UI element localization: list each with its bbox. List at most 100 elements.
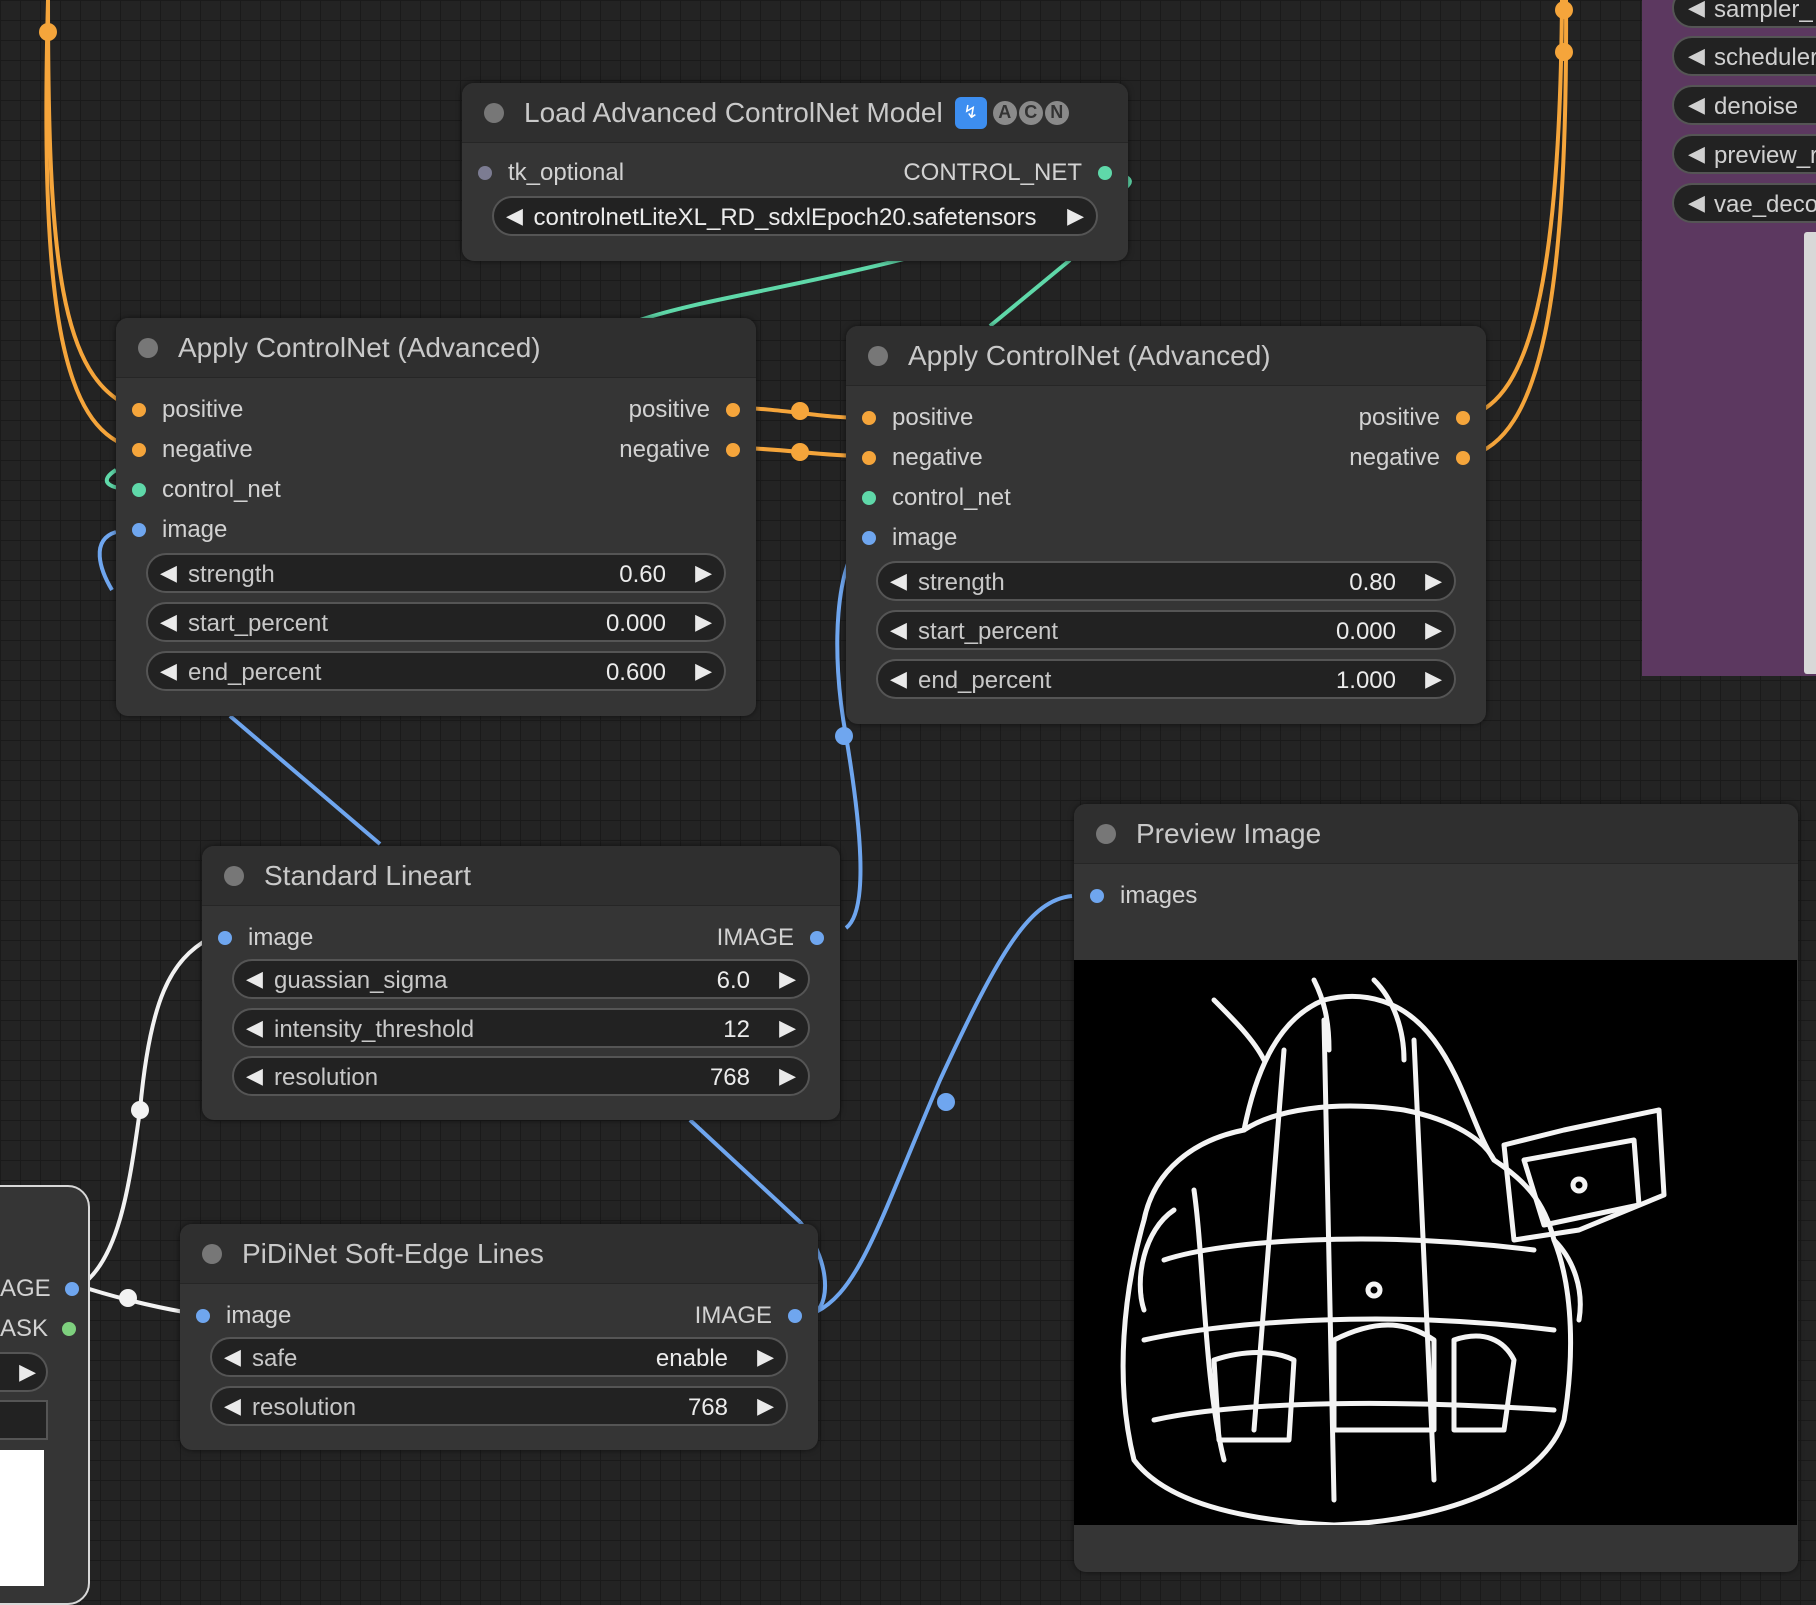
input-negative[interactable]: negative xyxy=(862,444,983,472)
arrow-left-icon[interactable]: ◀ xyxy=(160,560,177,586)
arrow-left-icon[interactable]: ◀ xyxy=(1688,92,1705,118)
output-image[interactable]: IMAGE xyxy=(717,924,824,952)
arrow-left-icon[interactable]: ◀ xyxy=(246,1015,263,1041)
collapse-dot[interactable] xyxy=(868,345,888,366)
arrow-right-icon[interactable]: ▶ xyxy=(757,1344,774,1370)
arrow-left-icon[interactable]: ◀ xyxy=(246,1063,263,1089)
output-negative[interactable]: negative xyxy=(1349,444,1470,472)
input-control-net[interactable]: control_net xyxy=(862,484,1011,512)
arrow-right-icon[interactable]: ▶ xyxy=(779,966,796,992)
arrow-right-icon[interactable]: ▶ xyxy=(1425,666,1442,692)
input-socket[interactable] xyxy=(132,443,146,457)
widget-end-percent[interactable]: ◀ end_percent 0.600 ▶ xyxy=(146,651,726,691)
widget-start-percent[interactable]: ◀ start_percent 0.000 ▶ xyxy=(146,602,726,642)
output-positive[interactable]: positive xyxy=(1359,404,1470,432)
arrow-left-icon[interactable]: ◀ xyxy=(1688,0,1705,21)
node-standard-lineart[interactable]: Standard Lineart image IMAGE ◀ guassian_… xyxy=(202,846,840,1120)
node-title-bar[interactable]: Apply ControlNet (Advanced) xyxy=(846,326,1486,386)
collapse-dot[interactable] xyxy=(1096,823,1116,844)
node-title-bar[interactable]: Load Advanced ControlNet Model ↯ A C N xyxy=(462,83,1128,143)
arrow-left-icon[interactable]: ◀ xyxy=(506,203,523,229)
panel-widget-vae-decode[interactable]: ◀ vae_deco xyxy=(1672,183,1816,223)
input-socket[interactable] xyxy=(218,931,232,945)
input-positive[interactable]: positive xyxy=(862,404,973,432)
output-socket[interactable] xyxy=(726,443,740,457)
input-negative[interactable]: negative xyxy=(132,436,253,464)
arrow-right-icon[interactable]: ▶ xyxy=(19,1359,36,1385)
input-socket[interactable] xyxy=(862,491,876,505)
output-image-partial[interactable]: AGE xyxy=(0,1275,79,1303)
input-socket[interactable] xyxy=(478,166,492,180)
node-pidinet[interactable]: PiDiNet Soft-Edge Lines image IMAGE ◀ sa… xyxy=(180,1224,818,1450)
input-image[interactable]: image xyxy=(132,516,227,544)
widget-resolution[interactable]: ◀ resolution 768 ▶ xyxy=(210,1386,788,1426)
arrow-right-icon[interactable]: ▶ xyxy=(1067,203,1084,229)
arrow-left-icon[interactable]: ◀ xyxy=(890,666,907,692)
arrow-right-icon[interactable]: ▶ xyxy=(779,1063,796,1089)
input-images[interactable]: images xyxy=(1090,882,1197,910)
input-socket[interactable] xyxy=(862,411,876,425)
input-image[interactable]: image xyxy=(862,524,957,552)
output-socket[interactable] xyxy=(1098,166,1112,180)
output-mask-partial[interactable]: ASK xyxy=(0,1315,77,1343)
node-title-bar[interactable]: PiDiNet Soft-Edge Lines xyxy=(180,1224,818,1284)
arrow-left-icon[interactable]: ◀ xyxy=(890,568,907,594)
arrow-left-icon[interactable]: ◀ xyxy=(160,658,177,684)
input-control-net[interactable]: control_net xyxy=(132,476,281,504)
input-positive[interactable]: positive xyxy=(132,396,243,424)
input-tk-optional[interactable]: tk_optional xyxy=(478,159,624,187)
output-negative[interactable]: negative xyxy=(619,436,740,464)
arrow-right-icon[interactable]: ▶ xyxy=(757,1393,774,1419)
arrow-left-icon[interactable]: ◀ xyxy=(1688,43,1705,69)
input-socket[interactable] xyxy=(862,451,876,465)
collapse-dot[interactable] xyxy=(224,865,244,886)
input-image[interactable]: image xyxy=(218,924,313,952)
node-title-bar[interactable]: Apply ControlNet (Advanced) xyxy=(116,318,756,378)
arrow-right-icon[interactable]: ▶ xyxy=(779,1015,796,1041)
arrow-right-icon[interactable]: ▶ xyxy=(1425,617,1442,643)
input-socket[interactable] xyxy=(1090,889,1104,903)
arrow-left-icon[interactable]: ◀ xyxy=(160,609,177,635)
arrow-left-icon[interactable]: ◀ xyxy=(246,966,263,992)
arrow-left-icon[interactable]: ◀ xyxy=(224,1344,241,1370)
collapse-dot[interactable] xyxy=(484,102,504,123)
input-socket[interactable] xyxy=(132,403,146,417)
input-socket[interactable] xyxy=(132,483,146,497)
node-load-controlnet[interactable]: Load Advanced ControlNet Model ↯ A C N t… xyxy=(462,83,1128,261)
input-image[interactable]: image xyxy=(196,1302,291,1330)
arrow-right-icon[interactable]: ▶ xyxy=(695,609,712,635)
node-apply-controlnet-2[interactable]: Apply ControlNet (Advanced) positive pos… xyxy=(846,326,1486,724)
output-socket[interactable] xyxy=(64,1282,79,1296)
output-positive[interactable]: positive xyxy=(629,396,740,424)
panel-widget-preview[interactable]: ◀ preview_r xyxy=(1672,134,1816,174)
widget-intensity-threshold[interactable]: ◀ intensity_threshold 12 ▶ xyxy=(232,1008,810,1048)
arrow-left-icon[interactable]: ◀ xyxy=(224,1393,241,1419)
panel-widget-scheduler[interactable]: ◀ scheduler xyxy=(1672,36,1816,76)
output-image[interactable]: IMAGE xyxy=(695,1302,802,1330)
output-socket[interactable] xyxy=(788,1309,802,1323)
upload-field-partial[interactable] xyxy=(0,1400,48,1440)
node-apply-controlnet-1[interactable]: Apply ControlNet (Advanced) positive pos… xyxy=(116,318,756,716)
widget-end-percent[interactable]: ◀ end_percent 1.000 ▶ xyxy=(876,659,1456,699)
combo-controlnet-model[interactable]: ◀ controlnetLiteXL_RD_sdxlEpoch20.safete… xyxy=(492,196,1098,236)
node-title-bar[interactable]: Preview Image xyxy=(1074,804,1798,864)
output-socket[interactable] xyxy=(1456,411,1470,425)
widget-resolution[interactable]: ◀ resolution 768 ▶ xyxy=(232,1056,810,1096)
input-socket[interactable] xyxy=(196,1309,210,1323)
input-socket[interactable] xyxy=(862,531,876,545)
arrow-right-icon[interactable]: ▶ xyxy=(695,658,712,684)
widget-strength[interactable]: ◀ strength 0.80 ▶ xyxy=(876,561,1456,601)
arrow-left-icon[interactable]: ◀ xyxy=(1688,141,1705,167)
widget-strength[interactable]: ◀ strength 0.60 ▶ xyxy=(146,553,726,593)
arrow-left-icon[interactable]: ◀ xyxy=(890,617,907,643)
output-control-net[interactable]: CONTROL_NET xyxy=(903,159,1112,187)
node-title-bar[interactable]: Standard Lineart xyxy=(202,846,840,906)
preview-image-output[interactable] xyxy=(1074,960,1797,1528)
arrow-right-icon[interactable]: ▶ xyxy=(1425,568,1442,594)
widget-start-percent[interactable]: ◀ start_percent 0.000 ▶ xyxy=(876,610,1456,650)
widget-guassian-sigma[interactable]: ◀ guassian_sigma 6.0 ▶ xyxy=(232,959,810,999)
output-socket[interactable] xyxy=(726,403,740,417)
arrow-left-icon[interactable]: ◀ xyxy=(1688,190,1705,216)
collapse-dot[interactable] xyxy=(138,337,158,358)
arrow-right-icon[interactable]: ▶ xyxy=(695,560,712,586)
